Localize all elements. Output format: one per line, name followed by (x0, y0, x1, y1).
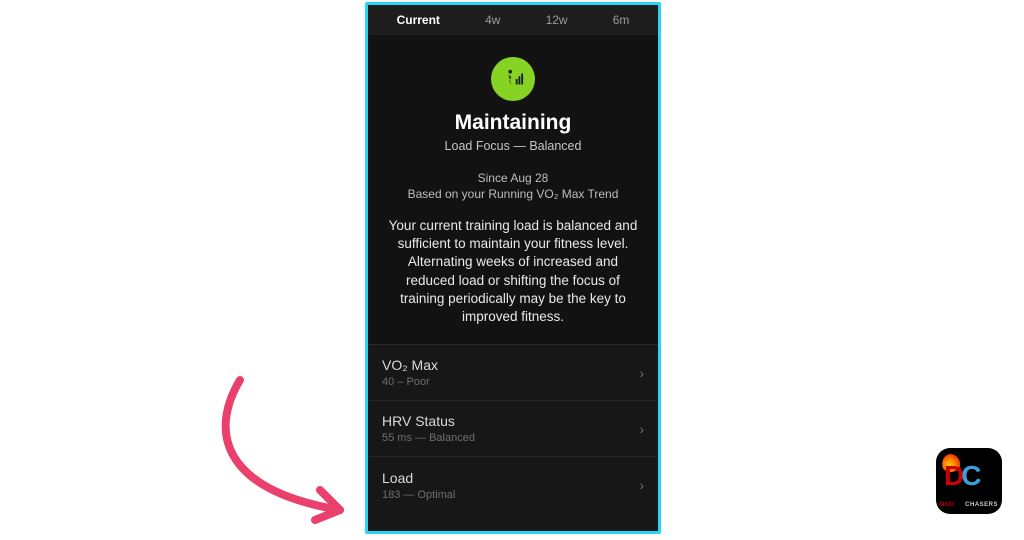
timeframe-tabs: Current 4w 12w 6m (368, 5, 658, 35)
status-basis: Based on your Running VO₂ Max Trend (408, 187, 619, 201)
annotation-arrow (180, 370, 390, 540)
tab-6m[interactable]: 6m (603, 9, 640, 31)
metric-title: Load (382, 470, 455, 486)
chevron-right-icon: › (639, 365, 644, 381)
status-panel: Maintaining Load Focus — Balanced Since … (368, 35, 658, 326)
load-focus: Load Focus — Balanced (445, 139, 582, 153)
status-badge (491, 57, 535, 101)
watermark-left: DIGI (940, 502, 954, 508)
metric-row-load[interactable]: Load 183 — Optimal › (368, 457, 658, 513)
watermark-main: DC (944, 462, 978, 490)
chevron-right-icon: › (639, 477, 644, 493)
metric-title: HRV Status (382, 413, 475, 429)
metric-row-hrv[interactable]: HRV Status 55 ms — Balanced › (368, 401, 658, 457)
watermark-logo: DC DIGI CHASERS (936, 448, 1002, 514)
metric-title: VO₂ Max (382, 357, 438, 373)
metric-row-vo2max[interactable]: VO₂ Max 40 – Poor › (368, 345, 658, 401)
runner-bars-icon (502, 68, 524, 90)
metric-sub: 55 ms — Balanced (382, 432, 475, 444)
status-title: Maintaining (455, 111, 572, 135)
metric-sub: 40 – Poor (382, 376, 438, 388)
status-since: Since Aug 28 (478, 171, 549, 185)
tab-current[interactable]: Current (387, 9, 450, 31)
status-description: Your current training load is balanced a… (368, 217, 658, 326)
tab-4w[interactable]: 4w (475, 9, 510, 31)
metric-sub: 183 — Optimal (382, 489, 455, 501)
metrics-list: VO₂ Max 40 – Poor › HRV Status 55 ms — B… (368, 344, 658, 531)
watermark-right: CHASERS (965, 502, 998, 508)
tab-12w[interactable]: 12w (536, 9, 578, 31)
chevron-right-icon: › (639, 421, 644, 437)
phone-frame: Current 4w 12w 6m Maintaining Load Focus… (365, 2, 661, 534)
